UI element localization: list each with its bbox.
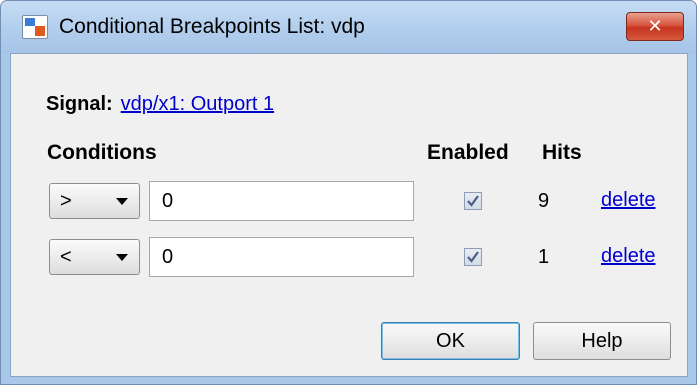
- hits-count: 9: [538, 190, 550, 212]
- condition-row: < 1 delete: [11, 237, 687, 281]
- signal-row: Signal: vdp/x1: Outport 1: [46, 93, 274, 116]
- signal-link[interactable]: vdp/x1: Outport 1: [121, 93, 274, 115]
- icon-block-red: [35, 26, 45, 36]
- chevron-down-icon: [116, 198, 128, 205]
- dialog-window: Conditional Breakpoints List: vdp ✕ Sign…: [0, 0, 697, 385]
- operator-value: >: [60, 190, 72, 212]
- enabled-checkbox[interactable]: [464, 192, 482, 210]
- simulink-model-icon: [22, 15, 48, 39]
- window-title: Conditional Breakpoints List: vdp: [59, 15, 365, 38]
- close-button[interactable]: ✕: [626, 12, 684, 41]
- close-icon: ✕: [647, 16, 663, 36]
- delete-link[interactable]: delete: [601, 189, 656, 212]
- ok-button[interactable]: OK: [381, 322, 520, 360]
- signal-label: Signal:: [46, 93, 113, 115]
- delete-link[interactable]: delete: [601, 245, 656, 268]
- operator-value: <: [60, 246, 72, 268]
- enabled-header: Enabled: [427, 141, 509, 164]
- checkmark-icon: [467, 251, 479, 263]
- checkmark-icon: [467, 195, 479, 207]
- conditions-header: Conditions: [47, 141, 157, 164]
- dialog-body: Signal: vdp/x1: Outport 1 Conditions Enab…: [10, 53, 688, 377]
- hits-header: Hits: [542, 141, 582, 164]
- icon-block-blue: [25, 18, 35, 26]
- condition-row: > 9 delete: [11, 181, 687, 225]
- help-button[interactable]: Help: [533, 322, 671, 360]
- operator-dropdown[interactable]: >: [49, 183, 140, 219]
- chevron-down-icon: [116, 254, 128, 261]
- title-bar[interactable]: Conditional Breakpoints List: vdp ✕: [1, 1, 696, 53]
- condition-value-input[interactable]: [149, 181, 414, 221]
- enabled-checkbox[interactable]: [464, 248, 482, 266]
- operator-dropdown[interactable]: <: [49, 239, 140, 275]
- condition-value-input[interactable]: [149, 237, 414, 277]
- hits-count: 1: [538, 246, 550, 268]
